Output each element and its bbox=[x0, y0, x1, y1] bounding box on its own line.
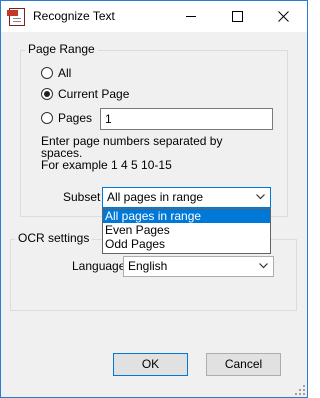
chevron-down-icon bbox=[256, 194, 265, 200]
page-range-label: Page Range bbox=[25, 42, 98, 56]
resize-grip[interactable] bbox=[295, 385, 305, 395]
language-value: English bbox=[128, 259, 168, 273]
app-icon bbox=[7, 8, 25, 26]
radio-all[interactable] bbox=[41, 67, 53, 79]
subset-label: Subset bbox=[63, 190, 101, 204]
subset-select[interactable]: All pages in range bbox=[102, 187, 271, 208]
subset-option-all[interactable]: All pages in range bbox=[103, 209, 270, 223]
subset-option-odd[interactable]: Odd Pages bbox=[103, 237, 270, 251]
dialog-body: Page Range All Current Page Pages 1 Ente… bbox=[1, 32, 307, 397]
language-select[interactable]: English bbox=[123, 256, 274, 277]
radio-pages[interactable] bbox=[41, 112, 53, 124]
radio-all-label[interactable]: All bbox=[58, 66, 71, 80]
ocr-settings-label: OCR settings bbox=[15, 231, 93, 245]
recognize-text-dialog: Recognize Text Page Range All Current Pa… bbox=[0, 0, 308, 398]
maximize-button[interactable] bbox=[215, 1, 261, 32]
subset-dropdown-list: All pages in range Even Pages Odd Pages bbox=[102, 208, 271, 254]
chevron-down-icon bbox=[259, 263, 268, 269]
radio-current-page[interactable] bbox=[41, 88, 53, 100]
pages-input[interactable]: 1 bbox=[100, 108, 273, 130]
close-icon bbox=[278, 11, 289, 22]
language-label: Language bbox=[72, 259, 126, 273]
ok-button[interactable]: OK bbox=[113, 353, 188, 376]
cancel-button[interactable]: Cancel bbox=[206, 353, 281, 376]
subset-option-even[interactable]: Even Pages bbox=[103, 223, 270, 237]
minimize-icon bbox=[186, 16, 196, 17]
minimize-button[interactable] bbox=[169, 1, 215, 32]
subset-value: All pages in range bbox=[107, 190, 204, 204]
maximize-icon bbox=[232, 11, 243, 22]
radio-current-page-label[interactable]: Current Page bbox=[58, 87, 129, 101]
title-bar[interactable]: Recognize Text bbox=[1, 1, 307, 32]
hint-line-3: For example 1 4 5 10-15 bbox=[41, 158, 172, 172]
close-button[interactable] bbox=[261, 1, 307, 32]
radio-pages-label[interactable]: Pages bbox=[58, 111, 92, 125]
window-title: Recognize Text bbox=[33, 9, 115, 23]
